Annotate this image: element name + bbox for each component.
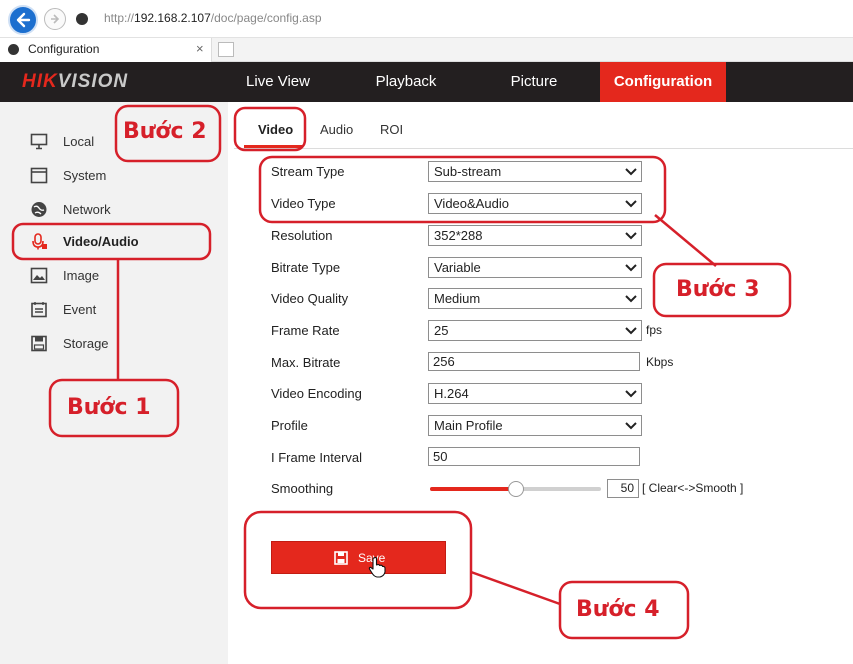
- smoothing-slider-fill: [430, 487, 516, 491]
- tab-favicon-icon: [8, 44, 19, 55]
- sidebar-item-storage[interactable]: Storage: [0, 328, 228, 360]
- save-disk-icon: [334, 551, 348, 565]
- microphone-icon: [32, 233, 47, 250]
- stream-type-select[interactable]: Sub-stream: [428, 161, 642, 182]
- resolution-label: Resolution: [271, 228, 333, 243]
- url-field[interactable]: http://192.168.2.107/doc/page/config.asp: [104, 11, 322, 25]
- chevron-down-icon: [625, 168, 637, 176]
- tab-divider: [234, 148, 853, 149]
- smoothing-value-input[interactable]: 50: [607, 479, 639, 498]
- site-info-icon[interactable]: [76, 13, 88, 25]
- tab-roi[interactable]: ROI: [380, 122, 403, 137]
- step2-annotation: Bước 2: [123, 119, 207, 144]
- browser-tab-bar: Configuration ×: [0, 38, 853, 62]
- image-icon: [30, 267, 48, 284]
- sidebar: Local System Network Video/Audio Image E…: [0, 102, 228, 664]
- video-type-select[interactable]: Video&Audio: [428, 193, 642, 214]
- chevron-down-icon: [625, 200, 637, 208]
- step1-annotation: Bước 1: [67, 395, 151, 420]
- video-quality-select[interactable]: Medium: [428, 288, 642, 309]
- back-button[interactable]: [8, 5, 38, 35]
- tab-close-icon[interactable]: ×: [196, 41, 204, 56]
- sidebar-item-event[interactable]: Event: [0, 294, 228, 326]
- bitrate-type-select[interactable]: Variable: [428, 257, 642, 278]
- chevron-down-icon: [625, 422, 637, 430]
- sidebar-item-label: Storage: [63, 336, 109, 351]
- sidebar-item-label: Video/Audio: [63, 234, 139, 249]
- app-header: HIKVISION Live View Playback Picture Con…: [0, 62, 853, 102]
- sidebar-item-label: Network: [63, 202, 111, 217]
- sidebar-item-label: System: [63, 168, 107, 183]
- sidebar-item-network[interactable]: Network: [0, 194, 228, 226]
- i-frame-interval-input[interactable]: [428, 447, 640, 466]
- smoothing-hint: [ Clear<->Smooth ]: [642, 481, 744, 495]
- browser-tab[interactable]: Configuration ×: [0, 38, 212, 62]
- video-type-label: Video Type: [271, 196, 336, 211]
- profile-label: Profile: [271, 418, 308, 433]
- arrow-right-icon: [51, 14, 60, 24]
- frame-rate-unit: fps: [646, 323, 663, 337]
- disk-icon: [31, 335, 47, 352]
- chevron-down-icon: [625, 295, 637, 303]
- browser-address-bar: http://192.168.2.107/doc/page/config.asp: [0, 0, 853, 38]
- hand-cursor-icon: [368, 556, 386, 578]
- sidebar-item-image[interactable]: Image: [0, 260, 228, 292]
- globe-icon: [31, 202, 47, 217]
- i-frame-interval-label: I Frame Interval: [271, 450, 363, 465]
- max-bitrate-unit: Kbps: [646, 355, 674, 369]
- frame-rate-select[interactable]: 25: [428, 320, 642, 341]
- chevron-down-icon: [625, 264, 637, 272]
- arrow-left-icon: [16, 12, 31, 28]
- bitrate-type-label: Bitrate Type: [271, 260, 341, 275]
- tab-title: Configuration: [28, 42, 100, 56]
- step3-annotation: Bước 3: [676, 277, 760, 302]
- profile-select[interactable]: Main Profile: [428, 415, 642, 436]
- save-button[interactable]: Save: [271, 541, 446, 574]
- nav-live-view[interactable]: Live View: [228, 62, 328, 102]
- forward-button[interactable]: [44, 8, 66, 30]
- calendar-icon: [31, 302, 47, 318]
- new-tab-icon[interactable]: [218, 42, 234, 57]
- sidebar-item-system[interactable]: System: [0, 160, 228, 192]
- hikvision-logo: HIKVISION: [22, 71, 129, 92]
- monitor-icon: [30, 133, 48, 150]
- nav-picture[interactable]: Picture: [484, 62, 584, 102]
- video-encoding-label: Video Encoding: [271, 386, 362, 401]
- tab-audio[interactable]: Audio: [320, 122, 353, 137]
- nav-playback[interactable]: Playback: [356, 62, 456, 102]
- video-encoding-select[interactable]: H.264: [428, 383, 642, 404]
- smoothing-slider-handle[interactable]: [508, 481, 524, 497]
- sidebar-item-label: Local: [63, 134, 95, 149]
- sidebar-item-label: Image: [63, 268, 100, 283]
- max-bitrate-label: Max. Bitrate: [271, 355, 341, 370]
- max-bitrate-input[interactable]: [428, 352, 640, 371]
- tab-video[interactable]: Video: [258, 122, 293, 137]
- video-quality-label: Video Quality: [271, 291, 349, 306]
- sidebar-item-label: Event: [63, 302, 97, 317]
- step4-annotation: Bước 4: [576, 597, 660, 622]
- chevron-down-icon: [625, 327, 637, 335]
- stream-type-label: Stream Type: [271, 164, 345, 179]
- frame-rate-label: Frame Rate: [271, 323, 340, 338]
- nav-configuration[interactable]: Configuration: [600, 62, 726, 102]
- smoothing-slider[interactable]: [430, 481, 601, 497]
- smoothing-label: Smoothing: [271, 481, 334, 496]
- chevron-down-icon: [625, 232, 637, 240]
- sidebar-item-video-audio[interactable]: Video/Audio: [0, 226, 228, 258]
- chevron-down-icon: [625, 390, 637, 398]
- window-icon: [30, 167, 48, 184]
- resolution-select[interactable]: 352*288: [428, 225, 642, 246]
